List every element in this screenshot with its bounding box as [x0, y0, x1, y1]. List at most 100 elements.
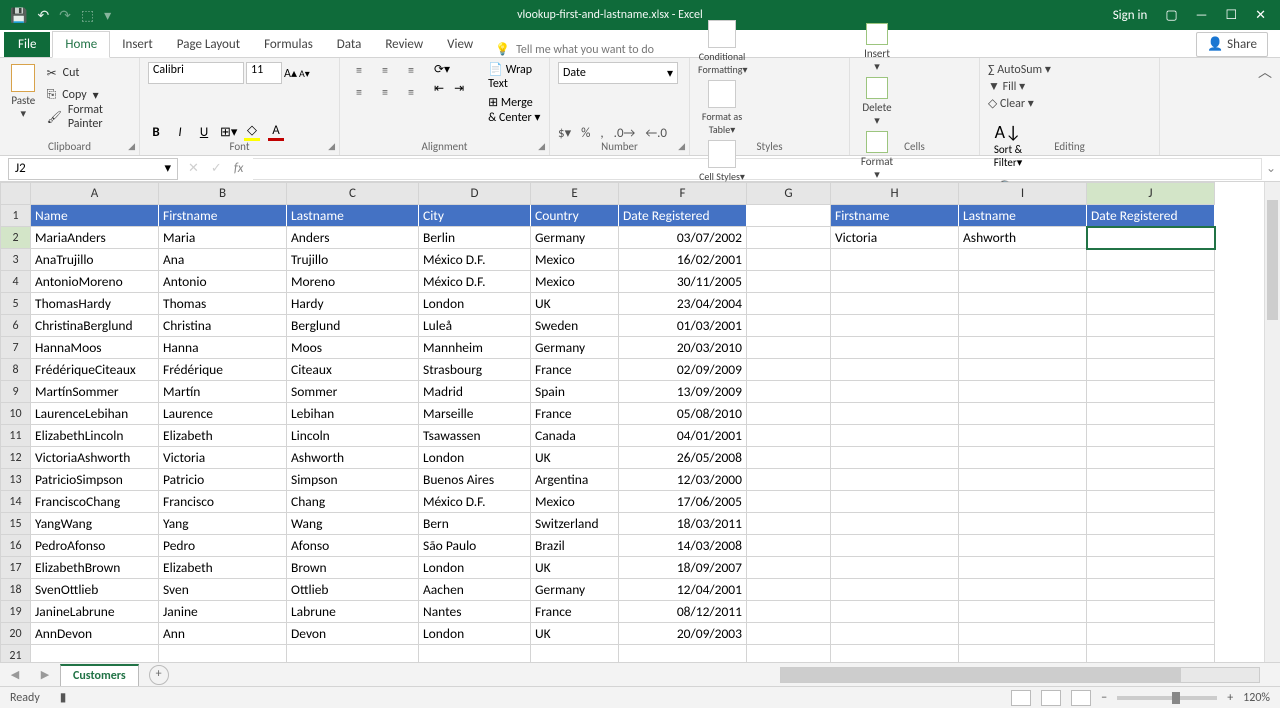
- cell-E13[interactable]: Argentina: [531, 469, 619, 491]
- cell-D5[interactable]: London: [419, 293, 531, 315]
- cell-F7[interactable]: 20/03/2010: [619, 337, 747, 359]
- cell-C21[interactable]: [287, 645, 419, 663]
- cell-H11[interactable]: [831, 425, 959, 447]
- cell-I9[interactable]: [959, 381, 1087, 403]
- dialog-launcher-icon[interactable]: ◢: [538, 141, 545, 152]
- signin-link[interactable]: Sign in: [1113, 8, 1148, 23]
- col-header-A[interactable]: A: [31, 183, 159, 205]
- cell-C6[interactable]: Berglund: [287, 315, 419, 337]
- cell-H5[interactable]: [831, 293, 959, 315]
- cell-D9[interactable]: Madrid: [419, 381, 531, 403]
- decrease-decimal-icon[interactable]: ←.0: [645, 126, 667, 141]
- cell-D13[interactable]: Buenos Aires: [419, 469, 531, 491]
- cell-I10[interactable]: [959, 403, 1087, 425]
- cell-I7[interactable]: [959, 337, 1087, 359]
- cell-F6[interactable]: 01/03/2001: [619, 315, 747, 337]
- cell-C9[interactable]: Sommer: [287, 381, 419, 403]
- select-all-button[interactable]: [1, 183, 31, 205]
- cell-B20[interactable]: Ann: [159, 623, 287, 645]
- cell-D10[interactable]: Marseille: [419, 403, 531, 425]
- format-painter-button[interactable]: 🖌Format Painter: [47, 106, 131, 128]
- row-header-4[interactable]: 4: [1, 271, 31, 293]
- cell-F18[interactable]: 12/04/2001: [619, 579, 747, 601]
- cell-A16[interactable]: PedroAfonso: [31, 535, 159, 557]
- redo-icon[interactable]: ↷: [59, 7, 71, 24]
- cell-J4[interactable]: [1087, 271, 1215, 293]
- cell-C2[interactable]: Anders: [287, 227, 419, 249]
- tab-insert[interactable]: Insert: [110, 32, 165, 57]
- cell-J1[interactable]: Date Registered: [1087, 205, 1215, 227]
- cell-F9[interactable]: 13/09/2009: [619, 381, 747, 403]
- cell-I14[interactable]: [959, 491, 1087, 513]
- cell-J3[interactable]: [1087, 249, 1215, 271]
- cell-A7[interactable]: HannaMoos: [31, 337, 159, 359]
- cell-G9[interactable]: [747, 381, 831, 403]
- tab-page-layout[interactable]: Page Layout: [165, 32, 252, 57]
- row-header-15[interactable]: 15: [1, 513, 31, 535]
- cell-A21[interactable]: [31, 645, 159, 663]
- cell-J7[interactable]: [1087, 337, 1215, 359]
- cell-H19[interactable]: [831, 601, 959, 623]
- row-header-18[interactable]: 18: [1, 579, 31, 601]
- row-header-7[interactable]: 7: [1, 337, 31, 359]
- cell-B2[interactable]: Maria: [159, 227, 287, 249]
- cell-E19[interactable]: France: [531, 601, 619, 623]
- prev-sheet-icon[interactable]: ◀: [11, 668, 19, 681]
- tab-formulas[interactable]: Formulas: [252, 32, 325, 57]
- cell-B18[interactable]: Sven: [159, 579, 287, 601]
- cell-E2[interactable]: Germany: [531, 227, 619, 249]
- fx-icon[interactable]: fx: [234, 161, 244, 176]
- row-header-10[interactable]: 10: [1, 403, 31, 425]
- row-header-21[interactable]: 21: [1, 645, 31, 663]
- bold-button[interactable]: B: [148, 125, 164, 140]
- percent-icon[interactable]: %: [581, 126, 590, 141]
- horizontal-scrollbar[interactable]: [780, 667, 1260, 683]
- cell-E18[interactable]: Germany: [531, 579, 619, 601]
- undo-icon[interactable]: ↶: [37, 7, 49, 24]
- cell-F3[interactable]: 16/02/2001: [619, 249, 747, 271]
- zoom-slider[interactable]: [1117, 696, 1217, 700]
- cell-F11[interactable]: 04/01/2001: [619, 425, 747, 447]
- cell-B9[interactable]: Martín: [159, 381, 287, 403]
- cell-D21[interactable]: [419, 645, 531, 663]
- cell-C4[interactable]: Moreno: [287, 271, 419, 293]
- col-header-G[interactable]: G: [747, 183, 831, 205]
- cell-F13[interactable]: 12/03/2000: [619, 469, 747, 491]
- cell-C17[interactable]: Brown: [287, 557, 419, 579]
- cell-C12[interactable]: Ashworth: [287, 447, 419, 469]
- cell-E20[interactable]: UK: [531, 623, 619, 645]
- cell-C11[interactable]: Lincoln: [287, 425, 419, 447]
- cell-I1[interactable]: Lastname: [959, 205, 1087, 227]
- cell-H15[interactable]: [831, 513, 959, 535]
- format-as-table-button[interactable]: Format as Table▾: [698, 80, 746, 136]
- cell-H10[interactable]: [831, 403, 959, 425]
- cell-E12[interactable]: UK: [531, 447, 619, 469]
- cell-E1[interactable]: Country: [531, 205, 619, 227]
- close-icon[interactable]: ✕: [1255, 8, 1266, 23]
- align-top-icon[interactable]: ≡: [348, 62, 370, 80]
- cell-D3[interactable]: México D.F.: [419, 249, 531, 271]
- cell-A4[interactable]: AntonioMoreno: [31, 271, 159, 293]
- cell-G13[interactable]: [747, 469, 831, 491]
- increase-decimal-icon[interactable]: .0→: [614, 126, 636, 141]
- cell-I17[interactable]: [959, 557, 1087, 579]
- row-header-1[interactable]: 1: [1, 205, 31, 227]
- cell-D15[interactable]: Bern: [419, 513, 531, 535]
- cell-C15[interactable]: Wang: [287, 513, 419, 535]
- cell-A10[interactable]: LaurenceLebihan: [31, 403, 159, 425]
- cell-C5[interactable]: Hardy: [287, 293, 419, 315]
- align-middle-icon[interactable]: ≡: [374, 62, 396, 80]
- col-header-F[interactable]: F: [619, 183, 747, 205]
- col-header-D[interactable]: D: [419, 183, 531, 205]
- cell-A9[interactable]: MartínSommer: [31, 381, 159, 403]
- col-header-C[interactable]: C: [287, 183, 419, 205]
- cell-E10[interactable]: France: [531, 403, 619, 425]
- align-left-icon[interactable]: ≡: [348, 84, 370, 102]
- cell-F19[interactable]: 08/12/2011: [619, 601, 747, 623]
- next-sheet-icon[interactable]: ▶: [41, 668, 49, 681]
- insert-cells-button[interactable]: Insert▾: [858, 23, 896, 73]
- cell-J12[interactable]: [1087, 447, 1215, 469]
- zoom-level[interactable]: 120%: [1243, 691, 1270, 705]
- tab-file[interactable]: File: [4, 32, 50, 57]
- cell-F10[interactable]: 05/08/2010: [619, 403, 747, 425]
